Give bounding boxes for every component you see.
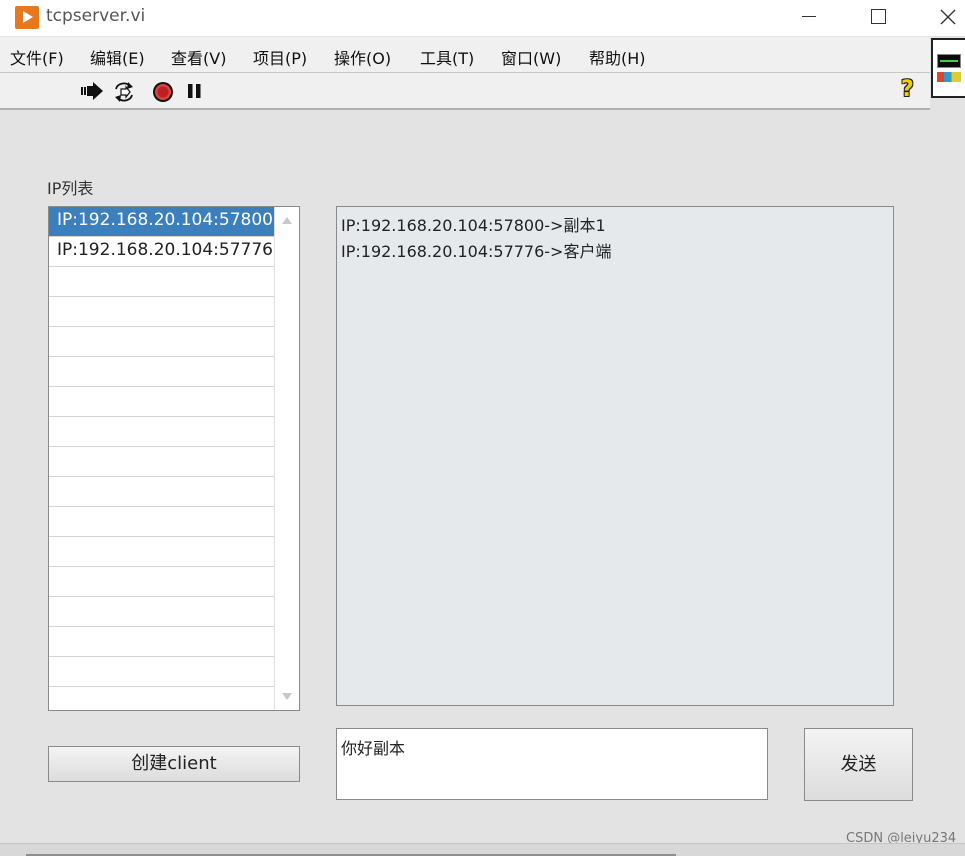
list-item[interactable] [49, 327, 274, 357]
menu-tools[interactable]: 工具(T) [420, 45, 474, 69]
scroll-up-arrow-icon[interactable] [282, 217, 292, 224]
scroll-down-arrow-icon[interactable] [282, 693, 292, 700]
menu-window[interactable]: 窗口(W) [501, 45, 561, 69]
ip-list-rows: IP:192.168.20.104:57800 IP:192.168.20.104… [49, 207, 274, 710]
labview-vi-icon [15, 6, 39, 29]
create-client-button[interactable]: 创建client [48, 746, 300, 782]
vi-connector-icon[interactable] [931, 38, 965, 98]
minimize-button[interactable] [786, 0, 832, 36]
toolbar: ? [0, 72, 930, 110]
list-item[interactable] [49, 657, 274, 687]
send-button[interactable]: 发送 [804, 728, 913, 801]
menu-project[interactable]: 项目(P) [253, 45, 307, 69]
front-panel: IP列表 IP:192.168.20.104:57800 IP:192.168.2… [0, 111, 965, 846]
listbox-scrollbar[interactable] [274, 207, 299, 710]
ip-listbox[interactable]: IP:192.168.20.104:57800 IP:192.168.20.104… [48, 206, 300, 711]
labview-window: tcpserver.vi 文件(F) 编辑(E) 查看(V) 项目(P) 操作(… [0, 0, 965, 856]
list-item[interactable] [49, 477, 274, 507]
message-display: IP:192.168.20.104:57800->副本1 IP:192.168.… [336, 206, 894, 706]
waveform-icon [937, 54, 961, 68]
menu-bar: 文件(F) 编辑(E) 查看(V) 项目(P) 操作(O) 工具(T) 窗口(W… [0, 36, 930, 72]
horizontal-scrollbar-track[interactable] [0, 843, 965, 856]
list-item[interactable] [49, 597, 274, 627]
close-icon [940, 9, 956, 25]
menu-operate[interactable]: 操作(O) [334, 45, 391, 69]
list-item[interactable] [49, 537, 274, 567]
list-item[interactable] [49, 627, 274, 657]
close-button[interactable] [925, 0, 965, 36]
menu-file[interactable]: 文件(F) [10, 45, 64, 69]
menu-help[interactable]: 帮助(H) [589, 45, 646, 69]
list-item[interactable] [49, 357, 274, 387]
list-item[interactable] [49, 507, 274, 537]
context-help-icon[interactable]: ? [901, 77, 914, 102]
list-item[interactable] [49, 297, 274, 327]
run-arrow-icon[interactable] [80, 81, 104, 101]
message-input[interactable]: 你好副本 [336, 728, 768, 800]
pause-icon[interactable] [186, 81, 204, 101]
window-title: tcpserver.vi [46, 6, 146, 26]
connector-pane-icon [937, 72, 961, 82]
menu-view[interactable]: 查看(V) [171, 45, 226, 69]
display-line: IP:192.168.20.104:57776->客户端 [341, 242, 612, 261]
abort-stop-icon[interactable] [151, 81, 175, 103]
list-item[interactable]: IP:192.168.20.104:57800 [49, 207, 274, 237]
run-continuously-icon[interactable] [112, 81, 136, 103]
display-line: IP:192.168.20.104:57800->副本1 [341, 216, 606, 235]
ip-list-label: IP列表 [47, 179, 94, 198]
list-item[interactable] [49, 267, 274, 297]
list-item[interactable] [49, 567, 274, 597]
title-bar: tcpserver.vi [0, 0, 965, 36]
maximize-button[interactable] [855, 0, 901, 36]
list-item[interactable] [49, 387, 274, 417]
list-item[interactable] [49, 417, 274, 447]
list-item[interactable] [49, 447, 274, 477]
list-item[interactable]: IP:192.168.20.104:57776 [49, 237, 274, 267]
list-item[interactable] [49, 687, 274, 710]
menu-edit[interactable]: 编辑(E) [90, 45, 145, 69]
